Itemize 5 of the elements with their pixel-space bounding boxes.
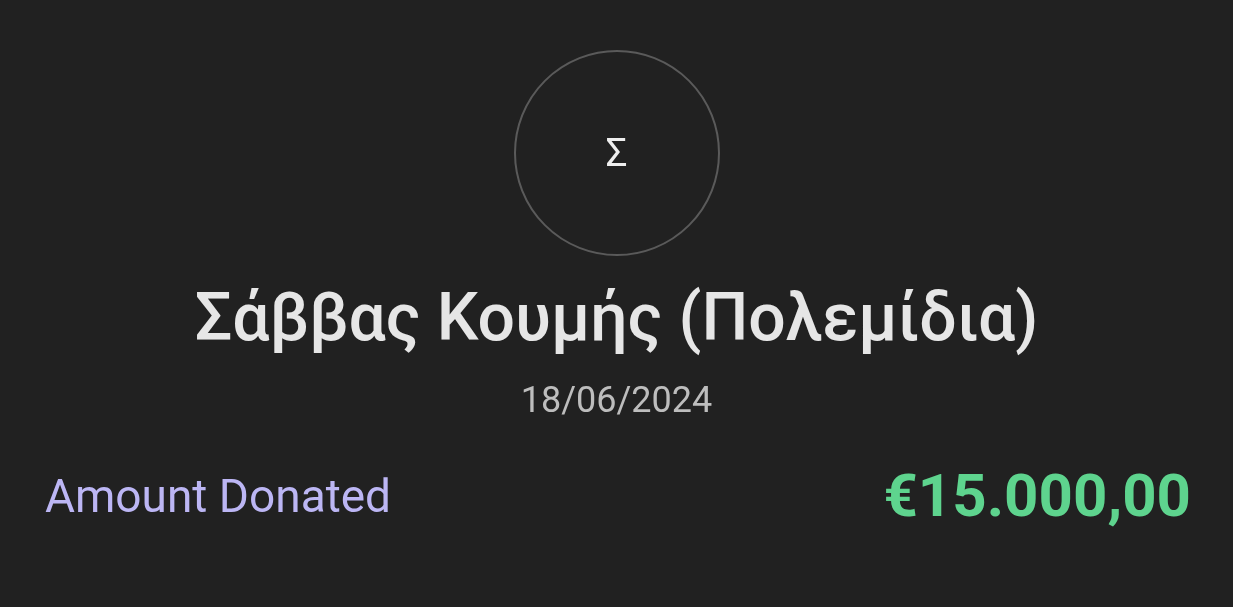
donor-name: Σάββας Κουμής (Πολεμίδια): [194, 278, 1039, 358]
donation-date: 18/06/2024: [520, 378, 713, 422]
avatar-initial: Σ: [605, 131, 628, 175]
amount-value: €15.000,00: [883, 460, 1191, 531]
amount-label: Amount Donated: [45, 468, 392, 523]
